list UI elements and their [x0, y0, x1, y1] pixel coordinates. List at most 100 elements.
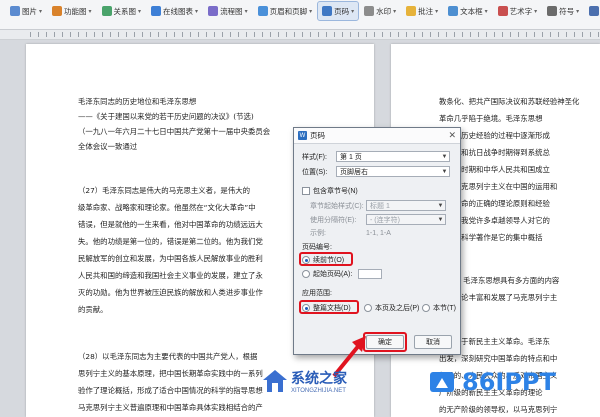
style-value: 第 1 页	[340, 153, 362, 161]
position-value: 页脚居右	[340, 168, 368, 176]
ruler-tick	[470, 32, 471, 37]
ruler	[0, 30, 600, 40]
start-at-radio[interactable]	[302, 270, 310, 278]
apply-after-label: 本页及之后(P)	[375, 305, 420, 312]
ribbon-button[interactable]: 符号 ▾	[543, 2, 583, 20]
chevron-down-icon: ▼	[437, 202, 444, 209]
watermark-right-text: 86IPPT	[462, 368, 556, 396]
ruler-tick	[166, 32, 167, 37]
ruler-tick	[142, 32, 143, 37]
ribbon-button-label: 图片	[22, 6, 37, 16]
ribbon-button[interactable]: 艺术字 ▾	[494, 2, 542, 20]
ruler-tick	[366, 32, 367, 37]
ruler-tick	[342, 32, 343, 37]
ruler-tick	[38, 32, 39, 37]
text-line: （29）毛泽东思想具有多方面的内容	[439, 276, 560, 285]
ribbon-button[interactable]: 页码 ▾	[317, 1, 360, 21]
include-chapter-checkbox[interactable]	[302, 187, 310, 195]
ribbon-button-label: 流程图	[220, 6, 243, 16]
ribbon-button[interactable]: 在线图表 ▾	[147, 2, 202, 20]
ruler-tick	[542, 32, 543, 37]
chevron-down-icon: ▾	[435, 8, 439, 15]
ruler-tick	[486, 32, 487, 37]
text-line: 一、关于新民主主义革命。毛泽东	[439, 337, 550, 346]
ribbon-button-icon	[547, 6, 558, 16]
text-line: 的无产阶级的领导权，以马克思列宁	[439, 405, 558, 414]
apply-section-radio[interactable]	[422, 304, 430, 312]
ruler-tick	[334, 32, 335, 37]
ribbon-button[interactable]: 功能图 ▾	[48, 2, 96, 20]
ribbon-button-label: 功能图	[64, 6, 87, 16]
text-line: 争后期和抗日战争时期得到系统总	[439, 148, 550, 157]
ribbon-button[interactable]: 水印 ▾	[360, 2, 400, 20]
close-icon[interactable]: ✕	[448, 130, 456, 141]
start-at-stepper[interactable]	[358, 269, 383, 279]
ruler-tick	[526, 32, 527, 37]
example-row: 示例: 1-1, 1-A	[310, 228, 391, 238]
ribbon-button-label: 页码	[334, 6, 350, 16]
ribbon-button[interactable]: 公式▾	[585, 2, 600, 20]
ribbon-button-icon	[52, 6, 63, 16]
ruler-tick	[558, 32, 559, 37]
ruler-tick	[54, 32, 55, 37]
ruler-tick	[270, 32, 271, 37]
include-chapter-row[interactable]: 包含章节号(N)	[302, 186, 358, 196]
text-line: 放战争时期和中华人民共和国成立	[439, 165, 550, 174]
position-select[interactable]: 页脚居右 ▼	[336, 166, 450, 177]
ruler-tick	[214, 32, 215, 37]
ribbon-button-label: 艺术字	[509, 6, 533, 16]
apply-after-row[interactable]: 本页及之后(P)	[364, 303, 419, 313]
ribbon-button-label: 水印	[376, 6, 392, 16]
ruler-tick	[182, 32, 183, 37]
ruler-tick	[390, 32, 391, 37]
apply-section-label: 本节(T)	[433, 305, 456, 312]
ribbon-button-icon	[151, 6, 162, 16]
ribbon-button[interactable]: 页眉和页脚 ▾	[254, 2, 317, 20]
text-line: 马克思列宁主义普遍原理和中国革命具体实践相结合的产	[78, 403, 263, 412]
ruler-tick	[198, 32, 199, 37]
style-select[interactable]: 第 1 页 ▼	[336, 151, 450, 162]
ruler-tick	[254, 32, 255, 37]
ribbon-button[interactable]: 流程图 ▾	[204, 2, 252, 20]
style-row: 样式(F): 第 1 页 ▼	[302, 151, 450, 162]
chapter-start-select[interactable]: 标题 1 ▼	[366, 200, 446, 211]
ruler-tick	[414, 32, 415, 37]
ribbon-button[interactable]: 文本框 ▾	[444, 2, 492, 20]
chevron-down-icon: ▾	[138, 8, 142, 15]
ribbon-button-icon	[497, 6, 508, 16]
text-line: 泽东的科学著作是它的集中概括	[439, 233, 543, 242]
watermark-left: 系统之家 XITONGZHIJIA.NET	[262, 368, 347, 394]
ribbon-button-label: 在线图表	[163, 6, 194, 16]
chapter-start-row: 章节起始样式(C): 标题 1 ▼	[310, 200, 446, 211]
ribbon-button-icon	[406, 6, 417, 16]
ruler-tick	[150, 32, 151, 37]
position-row: 位置(S): 页脚居右 ▼	[302, 166, 450, 177]
wps-app-icon: W	[298, 131, 307, 140]
apply-after-radio[interactable]	[364, 304, 372, 312]
apply-section-row[interactable]: 本节(T)	[422, 303, 456, 313]
text-line: 性的理论丰富和发展了马克思列宁主	[439, 293, 558, 302]
ruler-tick	[350, 32, 351, 37]
text-line: 结晶。我党许多卓越领导人对它的	[439, 216, 550, 225]
ruler-tick	[478, 32, 479, 37]
separator-label: 使用分隔符(E):	[310, 216, 357, 224]
start-at-row[interactable]: 起始页码(A):	[302, 269, 383, 279]
separator-row: 使用分隔符(E): - (连字符) ▼	[310, 214, 446, 225]
chevron-down-icon: ▾	[484, 8, 488, 15]
style-label: 样式(F):	[302, 153, 327, 161]
ribbon-button[interactable]: 图片 ▾	[6, 2, 46, 20]
ruler-tick	[222, 32, 223, 37]
watermark-right: 86IPPT	[428, 368, 556, 396]
separator-select[interactable]: - (连字符) ▼	[366, 214, 446, 225]
text-line: ——《关于建国以来党的若干历史问题的决议》(节选)	[78, 112, 254, 121]
ribbon-button-label: 文本框	[460, 6, 483, 16]
chevron-down-icon: ▾	[393, 8, 397, 15]
ribbon-button[interactable]: 批注 ▾	[402, 2, 442, 20]
cancel-button[interactable]: 取消	[414, 335, 452, 349]
ribbon-button[interactable]: 关系图 ▾	[98, 2, 146, 20]
ruler-tick	[510, 32, 511, 37]
text-line: 中国革命的正确的理论原则和经验	[439, 199, 550, 208]
ruler-tick	[246, 32, 247, 37]
chevron-down-icon: ▾	[309, 8, 313, 15]
watermark-left-sub: XITONGZHIJIA.NET	[291, 388, 346, 394]
